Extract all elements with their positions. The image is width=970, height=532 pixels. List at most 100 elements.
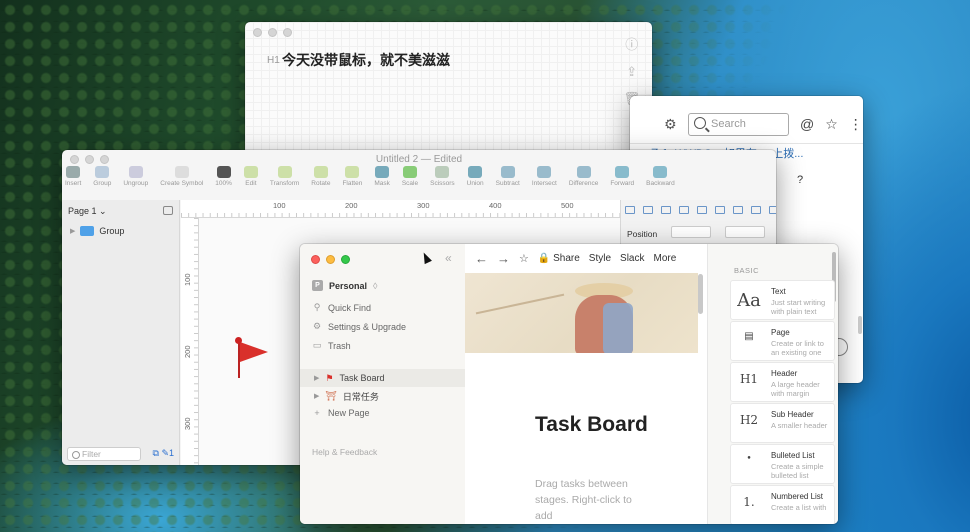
tool-union[interactable]: Union [467, 166, 484, 187]
tool-scissors[interactable]: Scissors [430, 166, 455, 187]
tool-100-[interactable]: 100% [215, 166, 232, 187]
layer-group[interactable]: ▶ Group [70, 226, 124, 236]
share-button[interactable]: 🔒 Share [538, 253, 580, 264]
tool-icon [576, 166, 591, 178]
search-icon: ⚲ [313, 302, 321, 312]
close-button[interactable] [253, 28, 262, 37]
tool-insert[interactable]: Insert [65, 166, 81, 187]
block-name: Page [771, 328, 790, 337]
tool-icon [468, 166, 483, 178]
block-menu: BASIC Aa Text Just start writing with plain… [707, 244, 838, 524]
block-option-sub-header[interactable]: H2 Sub Header A smaller header [730, 403, 835, 443]
scrollbar[interactable] [858, 316, 862, 334]
share-icon[interactable]: ⇪ [626, 64, 637, 80]
disclosure-icon[interactable]: ▶ [314, 374, 319, 382]
more-button[interactable]: More [653, 253, 676, 264]
filter-options-icon[interactable]: ⧉ ✎1 [153, 448, 174, 459]
block-name: Numbered List [771, 492, 824, 501]
disclosure-icon[interactable]: ▶ [70, 227, 75, 235]
zoom-button[interactable] [341, 255, 350, 264]
notion-sidebar: « P Personal ◊ ⚲ Quick Find ⚙ Settings & Upg… [300, 244, 465, 524]
tool-icon [66, 166, 81, 178]
star-icon[interactable]: ☆ [825, 116, 838, 133]
position-x-field[interactable] [671, 226, 711, 238]
tool-rotate[interactable]: Rotate [311, 166, 330, 187]
ruler-tick-label: 500 [561, 201, 574, 210]
tool-group[interactable]: Group [93, 166, 111, 187]
tool-ungroup[interactable]: Ungroup [123, 166, 148, 187]
quick-find[interactable]: ⚲ Quick Find [312, 302, 371, 313]
back-arrow-icon[interactable]: ← [475, 251, 488, 266]
settings-upgrade[interactable]: ⚙ Settings & Upgrade [312, 321, 406, 332]
minimize-button[interactable] [268, 28, 277, 37]
tool-icon [375, 166, 390, 178]
window-controls[interactable] [253, 28, 292, 37]
flag-icon: ⚑ [325, 372, 334, 383]
tool-transform[interactable]: Transform [270, 166, 299, 187]
workspace-switcher[interactable]: P Personal ◊ [312, 280, 377, 291]
flag-icon [240, 342, 268, 362]
ruler-tick-label: 200 [345, 201, 358, 210]
block-option-bulleted-list[interactable]: • Bulleted List Create a simple bulleted li… [730, 444, 835, 484]
star-icon[interactable]: ☆ [519, 252, 529, 265]
folder-icon [80, 226, 95, 236]
alignment-tools[interactable] [625, 206, 776, 214]
tool-forward[interactable]: Forward [610, 166, 634, 187]
page-cover-image [465, 273, 698, 353]
block-option-page[interactable]: ▤ Page Create or link to an existing one [730, 321, 835, 361]
position-y-field[interactable] [725, 226, 765, 238]
tool-icon [313, 166, 328, 178]
notion-window[interactable]: « P Personal ◊ ⚲ Quick Find ⚙ Settings & Upg… [300, 244, 838, 524]
page-selector[interactable]: Page 1 ⌄ [68, 206, 107, 217]
tool-flatten[interactable]: Flatten [342, 166, 362, 187]
slack-button[interactable]: Slack [620, 253, 644, 264]
block-type-icon: H2 [739, 413, 759, 427]
block-option-text[interactable]: Aa Text Just start writing with plain text [730, 280, 835, 320]
forward-arrow-icon[interactable]: → [497, 251, 510, 266]
new-page-button[interactable]: + New Page [312, 408, 369, 418]
sidebar-page-task-board[interactable]: ▶ ⚑ Task Board [300, 369, 465, 387]
trash[interactable]: ▭ Trash [312, 340, 351, 351]
tool-intersect[interactable]: Intersect [532, 166, 557, 187]
more-icon[interactable]: ⋮ [849, 116, 863, 133]
ruler-tick-label: 100 [183, 273, 192, 286]
gear-icon[interactable]: ⚙ [664, 116, 677, 133]
page-description[interactable]: Drag tasks between stages. Right-click t… [535, 476, 635, 524]
tool-difference[interactable]: Difference [569, 166, 598, 187]
block-option-numbered-list[interactable]: 1. Numbered List Create a list with [730, 485, 835, 524]
info-icon[interactable]: ⓘ [625, 34, 638, 53]
tool-icon [345, 166, 360, 178]
zoom-button[interactable] [283, 28, 292, 37]
tool-mask[interactable]: Mask [374, 166, 390, 187]
heading-marker: H1 [267, 55, 280, 66]
tool-subtract[interactable]: Subtract [496, 166, 520, 187]
close-button[interactable] [311, 255, 320, 264]
collapse-sidebar-icon[interactable]: « [445, 251, 452, 265]
tool-backward[interactable]: Backward [646, 166, 675, 187]
notion-page: ← → ☆ 🔒 Share Style Slack More Task Boar… [465, 244, 707, 524]
tool-icon [277, 166, 292, 178]
sidebar-page-daily[interactable]: ▶ ⛩ 日常任务 [300, 387, 465, 405]
tool-create-symbol[interactable]: Create Symbol [160, 166, 203, 187]
page-title[interactable]: Task Board [535, 412, 655, 437]
style-button[interactable]: Style [589, 253, 611, 264]
layer-filter-input[interactable]: Filter [67, 447, 141, 461]
block-option-header[interactable]: H1 Header A large header with margin [730, 362, 835, 402]
add-page-icon[interactable] [163, 206, 173, 215]
tool-icon [500, 166, 515, 178]
disclosure-icon[interactable]: ▶ [314, 392, 319, 400]
tool-icon [95, 166, 110, 178]
block-type-icon: • [746, 454, 752, 464]
page-scrollbar[interactable] [698, 274, 703, 314]
horizontal-ruler: 100 200 300 400 500 [181, 200, 620, 218]
block-type-icon: ▤ [744, 331, 754, 342]
window-controls[interactable] [311, 255, 350, 264]
tool-icon [174, 166, 189, 178]
search-input[interactable]: Search [688, 113, 789, 136]
tool-edit[interactable]: Edit [243, 166, 258, 187]
tool-scale[interactable]: Scale [402, 166, 418, 187]
help-feedback[interactable]: Help & Feedback [312, 447, 377, 457]
mention-icon[interactable]: @ [800, 116, 814, 133]
note-heading[interactable]: 今天没带鼠标，就不美滋滋 [282, 50, 450, 70]
minimize-button[interactable] [326, 255, 335, 264]
